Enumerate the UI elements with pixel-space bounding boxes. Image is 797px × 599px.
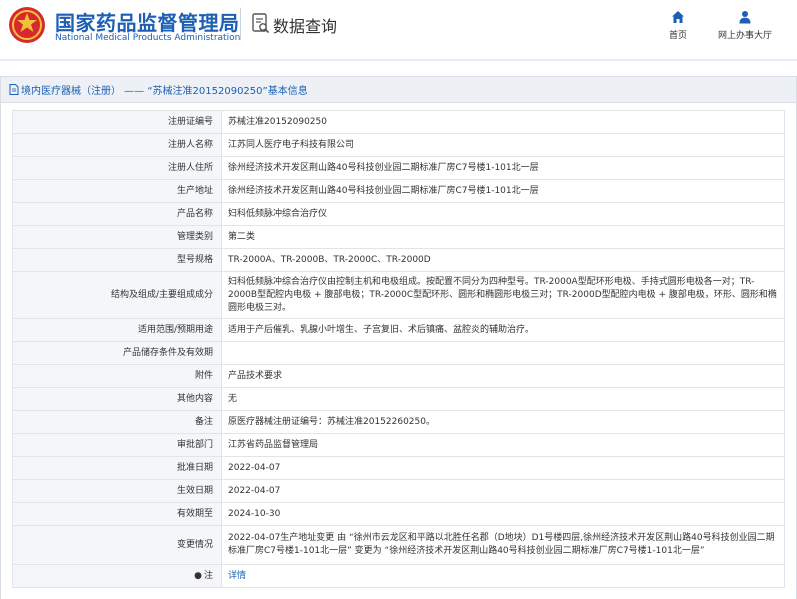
table-row: 注册人住所 徐州经济技术开发区荆山路40号科技创业园二期标准厂房C7号楼1-101… — [12, 156, 785, 180]
row-label: 结构及组成/主要组成成分 — [12, 271, 222, 319]
table-row: 产品名称 妇科低频脉冲综合治疗仪 — [12, 202, 785, 226]
row-label: 管理类别 — [12, 225, 222, 249]
row-value: 第二类 — [221, 225, 785, 249]
row-label: 注册人名称 — [12, 133, 222, 157]
row-label: 注册人住所 — [12, 156, 222, 180]
row-value: 2022-04-07生产地址变更 由 “徐州市云龙区和平路以北胜任名郡（D地块）… — [221, 525, 785, 565]
table-row: 注册证编号 苏械注准20152090250 — [12, 110, 785, 134]
row-value: 无 — [221, 387, 785, 411]
row-value: 苏械注准20152090250 — [221, 110, 785, 134]
table-row: 注册人名称 江苏同人医疗电子科技有限公司 — [12, 133, 785, 157]
table-row: ● 注 详情 — [12, 564, 785, 588]
table-row: 结构及组成/主要组成成分 妇科低频脉冲综合治疗仪由控制主机和电极组成。按配置不同分… — [12, 271, 785, 319]
table-row: 附件 产品技术要求 — [12, 364, 785, 388]
table-row: 备注 原医疗器械注册证编号：苏械注准20152260250。 — [12, 410, 785, 434]
row-label: 批准日期 — [12, 456, 222, 480]
note-value-cell: 详情 — [221, 564, 785, 588]
row-value: 2022-04-07 — [221, 479, 785, 503]
detail-panel: 境内医疗器械（注册） —— “苏械注准20152090250”基本信息 注册证编… — [0, 76, 797, 599]
row-value: 徐州经济技术开发区荆山路40号科技创业园二期标准厂房C7号楼1-101北一层 — [221, 179, 785, 203]
table-row: 变更情况 2022-04-07生产地址变更 由 “徐州市云龙区和平路以北胜任名郡（… — [12, 525, 785, 565]
row-label: 附件 — [12, 364, 222, 388]
row-value: 妇科低频脉冲综合治疗仪由控制主机和电极组成。按配置不同分为四种型号。TR-200… — [221, 271, 785, 319]
home-icon — [672, 11, 684, 23]
row-value: 适用于产后催乳、乳腺小叶增生、子宫复旧、术后镇痛、盆腔炎的辅助治疗。 — [221, 318, 785, 342]
table-row: 生效日期 2022-04-07 — [12, 479, 785, 503]
row-label: 注册证编号 — [12, 110, 222, 134]
note-label-cell: ● 注 — [12, 564, 222, 588]
row-value: TR-2000A、TR-2000B、TR-2000C、TR-2000D — [221, 248, 785, 272]
row-value: 江苏省药品监督管理局 — [221, 433, 785, 457]
site-subtitle: National Medical Products Administration — [55, 33, 241, 43]
table-row: 批准日期 2022-04-07 — [12, 456, 785, 480]
table-row: 产品储存条件及有效期 — [12, 341, 785, 365]
nav-hall-label: 网上办事大厅 — [717, 31, 772, 41]
row-label: 审批部门 — [12, 433, 222, 457]
row-value: 产品技术要求 — [221, 364, 785, 388]
data-query-title: 数据查询 — [273, 17, 338, 36]
nav-home-label: 首页 — [668, 31, 687, 41]
row-label: 型号规格 — [12, 248, 222, 272]
row-label: 生效日期 — [12, 479, 222, 503]
row-value: 妇科低频脉冲综合治疗仪 — [221, 202, 785, 226]
row-value: 2022-04-07 — [221, 456, 785, 480]
row-label: 注 — [203, 570, 213, 581]
header-underline — [0, 59, 797, 61]
nav-online-hall[interactable]: 网上办事大厅 — [715, 10, 775, 41]
row-label: 产品名称 — [12, 202, 222, 226]
details-link[interactable]: 详情 — [228, 571, 246, 581]
nav-home[interactable]: 首页 — [662, 10, 694, 41]
table-row: 管理类别 第二类 — [12, 225, 785, 249]
table-row: 审批部门 江苏省药品监督管理局 — [12, 433, 785, 457]
table-row: 其他内容无 — [12, 387, 785, 411]
row-value — [221, 341, 785, 365]
row-label: 生产地址 — [12, 179, 222, 203]
user-icon — [739, 11, 751, 24]
nmpa-emblem-icon[interactable] — [8, 6, 46, 44]
site-title[interactable]: 国家药品监督管理局 — [55, 7, 240, 36]
row-label: 其他内容 — [12, 387, 222, 411]
table-row: 型号规格 TR-2000A、TR-2000B、TR-2000C、TR-2000D — [12, 248, 785, 272]
panel-title: 境内医疗器械（注册） —— “苏械注准20152090250”基本信息 — [21, 86, 308, 97]
row-value: 2024-10-30 — [221, 502, 785, 526]
document-icon — [9, 84, 19, 95]
row-value: 徐州经济技术开发区荆山路40号科技创业园二期标准厂房C7号楼1-101北一层 — [221, 156, 785, 180]
row-value: 原医疗器械注册证编号：苏械注准20152260250。 — [221, 410, 785, 434]
row-label: 产品储存条件及有效期 — [12, 341, 222, 365]
site-header: 国家药品监督管理局 National Medical Products Admi… — [0, 0, 797, 62]
row-label: 变更情况 — [12, 525, 222, 565]
pin-icon: ● — [194, 570, 202, 581]
row-label: 备注 — [12, 410, 222, 434]
table-row: 生产地址 徐州经济技术开发区荆山路40号科技创业园二期标准厂房C7号楼1-101北… — [12, 179, 785, 203]
table-row: 有效期至 2024-10-30 — [12, 502, 785, 526]
panel-header: 境内医疗器械（注册） —— “苏械注准20152090250”基本信息 — [1, 77, 796, 103]
document-search-icon — [252, 13, 270, 34]
table-row: 适用范围/预期用途 适用于产后催乳、乳腺小叶增生、子宫复旧、术后镇痛、盆腔炎的辅助… — [12, 318, 785, 342]
details-table: 注册证编号 苏械注准20152090250 注册人名称 江苏同人医疗电子科技有限公司… — [12, 110, 785, 588]
header-divider — [240, 8, 241, 40]
row-label: 有效期至 — [12, 502, 222, 526]
row-value: 江苏同人医疗电子科技有限公司 — [221, 133, 785, 157]
row-label: 适用范围/预期用途 — [12, 318, 222, 342]
